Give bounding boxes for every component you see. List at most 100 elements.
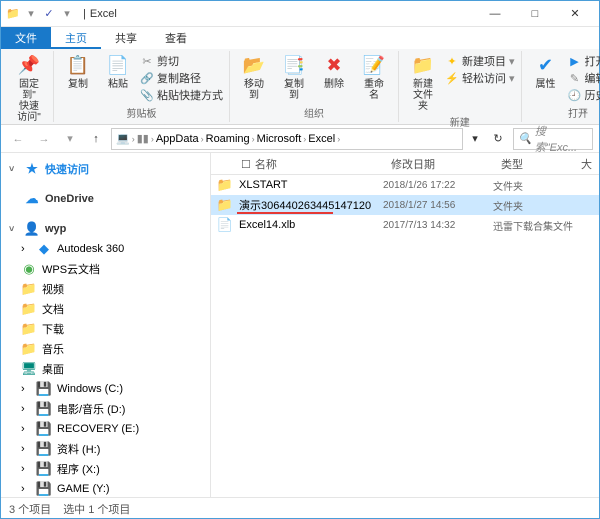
group-label-clipboard: 剪贴板: [60, 105, 223, 122]
col-size[interactable]: 大: [573, 156, 599, 172]
tab-share[interactable]: 共享: [101, 27, 151, 49]
newfolder-label: 新建 文件夹: [409, 79, 437, 112]
qat-dropdown-icon[interactable]: ▾: [23, 6, 39, 22]
properties-button[interactable]: ✔属性: [528, 51, 564, 92]
nav-drive-e[interactable]: ›💾RECOVERY (E:): [1, 419, 210, 439]
tab-view[interactable]: 查看: [151, 27, 201, 49]
user-label: wyp: [45, 223, 66, 235]
table-row[interactable]: 📁 演示306440263445147120 2018/1/27 14:56 文…: [211, 195, 599, 215]
group-label-organize: 组织: [236, 105, 392, 122]
search-icon: 🔍: [518, 132, 532, 145]
search-input[interactable]: 🔍 搜索"Exc...: [513, 128, 593, 150]
easy-access-button[interactable]: ⚡轻松访问▾: [445, 70, 515, 86]
paste-shortcut-button[interactable]: 📎粘贴快捷方式: [140, 87, 223, 103]
table-row[interactable]: 📄 Excel14.xlb 2017/7/13 14:32 迅雷下载合集文件: [211, 215, 599, 235]
drive-icon: 💾: [36, 381, 52, 397]
file-icon: 📄: [211, 217, 239, 233]
newfolder-icon: 📁: [411, 53, 435, 77]
breadcrumb[interactable]: 💻› ▮▮› AppData› Roaming› Microsoft› Exce…: [111, 128, 463, 150]
nav-music[interactable]: 📁音乐: [1, 339, 210, 359]
nav-videos[interactable]: 📁视频: [1, 279, 210, 299]
crumb-user[interactable]: ▮▮: [137, 132, 149, 145]
copy-button[interactable]: 📋 复制: [60, 51, 96, 92]
forward-button[interactable]: →: [33, 128, 55, 150]
rename-button[interactable]: 📝重命 名: [356, 51, 392, 103]
cloud-icon: ☁: [24, 191, 40, 207]
minimize-button[interactable]: —: [475, 1, 515, 27]
col-name[interactable]: ☐名称: [211, 156, 383, 172]
nav-drive-h[interactable]: ›💾资料 (H:): [1, 439, 210, 459]
pin-label: 固定到" 快速访问": [15, 79, 43, 123]
history-button[interactable]: 🕘历史记录: [568, 87, 600, 103]
col-date[interactable]: 修改日期: [383, 156, 493, 172]
clipboard-stack: ✂剪切 🔗复制路径 📎粘贴快捷方式: [140, 51, 223, 103]
ribbon-group-clipboard: 📋 复制 📄 粘贴 ✂剪切 🔗复制路径 📎粘贴快捷方式 剪贴板: [54, 51, 230, 122]
recent-dropdown[interactable]: ▾: [59, 128, 81, 150]
new-item-button[interactable]: ✦新建项目▾: [445, 53, 515, 69]
history-label: 历史记录: [585, 87, 600, 103]
back-button[interactable]: ←: [7, 128, 29, 150]
search-placeholder: 搜索"Exc...: [535, 123, 588, 155]
nav-desktop[interactable]: 🖥桌面: [1, 359, 210, 379]
collapse-ribbon-icon[interactable]: ˇ: [577, 107, 593, 123]
col-type[interactable]: 类型: [493, 156, 573, 172]
cut-button[interactable]: ✂剪切: [140, 53, 223, 69]
item-label: 下载: [42, 321, 64, 337]
file-list[interactable]: 📁 XLSTART 2018/1/26 17:22 文件夹 📁 演示306440…: [211, 175, 599, 497]
titlebar: 📁 ▾ ✓ ▾ | Excel — □ ✕: [1, 1, 599, 27]
new-folder-button[interactable]: 📁新建 文件夹: [405, 51, 441, 114]
column-headers[interactable]: ☐名称 修改日期 类型 大: [211, 153, 599, 175]
close-button[interactable]: ✕: [555, 1, 595, 27]
ribbon-group-pin: 📌 固定到" 快速访问": [5, 51, 54, 122]
nav-drive-d[interactable]: ›💾电影/音乐 (D:): [1, 399, 210, 419]
tab-file[interactable]: 文件: [1, 27, 51, 49]
delete-button[interactable]: ✖删除: [316, 51, 352, 92]
navigation-pane[interactable]: ˅★快速访问 ☁OneDrive ˅👤wyp ›◆Autodesk 360 ◉W…: [1, 153, 211, 497]
qat-check-icon[interactable]: ✓: [41, 6, 57, 22]
onedrive-label: OneDrive: [45, 193, 94, 205]
nav-onedrive[interactable]: ☁ OneDrive: [1, 189, 210, 209]
wps-icon: ◉: [21, 261, 37, 277]
item-label: 视频: [42, 281, 64, 297]
nav-downloads[interactable]: 📁下载: [1, 319, 210, 339]
nav-autodesk[interactable]: ›◆Autodesk 360: [1, 239, 210, 259]
crumb-microsoft[interactable]: Microsoft: [257, 133, 302, 145]
properties-icon: ✔: [534, 53, 558, 77]
newitem-label: 新建项目: [462, 53, 506, 69]
nav-drive-c[interactable]: ›💾Windows (C:): [1, 379, 210, 399]
body: ˅★快速访问 ☁OneDrive ˅👤wyp ›◆Autodesk 360 ◉W…: [1, 153, 599, 497]
up-button[interactable]: ↑: [85, 128, 107, 150]
dropdown-button[interactable]: ▾: [467, 128, 483, 150]
easyaccess-label: 轻松访问: [462, 70, 506, 86]
file-name: XLSTART: [239, 179, 383, 191]
annotation-underline: [237, 212, 333, 214]
paste-button[interactable]: 📄 粘贴: [100, 51, 136, 92]
content-pane: ☐名称 修改日期 类型 大 📁 XLSTART 2018/1/26 17:22 …: [211, 153, 599, 497]
open-button[interactable]: ▶打开▾: [568, 53, 600, 69]
nav-wps[interactable]: ◉WPS云文档: [1, 259, 210, 279]
table-row[interactable]: 📁 XLSTART 2018/1/26 17:22 文件夹: [211, 175, 599, 195]
crumb-excel[interactable]: Excel: [308, 133, 335, 145]
tab-home[interactable]: 主页: [51, 27, 101, 49]
crumb-appdata[interactable]: AppData: [156, 133, 199, 145]
autodesk-icon: ◆: [36, 241, 52, 257]
copy-to-button[interactable]: 📑复制到: [276, 51, 312, 103]
open-stack: ▶打开▾ ✎编辑 🕘历史记录: [568, 51, 600, 103]
crumb-roaming[interactable]: Roaming: [206, 133, 250, 145]
nav-user[interactable]: ˅👤wyp: [1, 219, 210, 239]
item-label: 资料 (H:): [57, 441, 100, 457]
copy-path-button[interactable]: 🔗复制路径: [140, 70, 223, 86]
maximize-button[interactable]: □: [515, 1, 555, 27]
item-label: Windows (C:): [57, 383, 123, 395]
pin-to-quick-access-button[interactable]: 📌 固定到" 快速访问": [11, 51, 47, 125]
desktop-icon: 🖥: [21, 361, 37, 377]
file-date: 2017/7/13 14:32: [383, 220, 493, 231]
item-label: GAME (Y:): [57, 483, 110, 495]
move-to-button[interactable]: 📂移动到: [236, 51, 272, 103]
nav-quick-access[interactable]: ˅★快速访问: [1, 159, 210, 179]
edit-button[interactable]: ✎编辑: [568, 70, 600, 86]
refresh-button[interactable]: ↻: [487, 128, 509, 150]
nav-documents[interactable]: 📁文档: [1, 299, 210, 319]
nav-drive-y[interactable]: ›💾GAME (Y:): [1, 479, 210, 497]
nav-drive-x[interactable]: ›💾程序 (X:): [1, 459, 210, 479]
